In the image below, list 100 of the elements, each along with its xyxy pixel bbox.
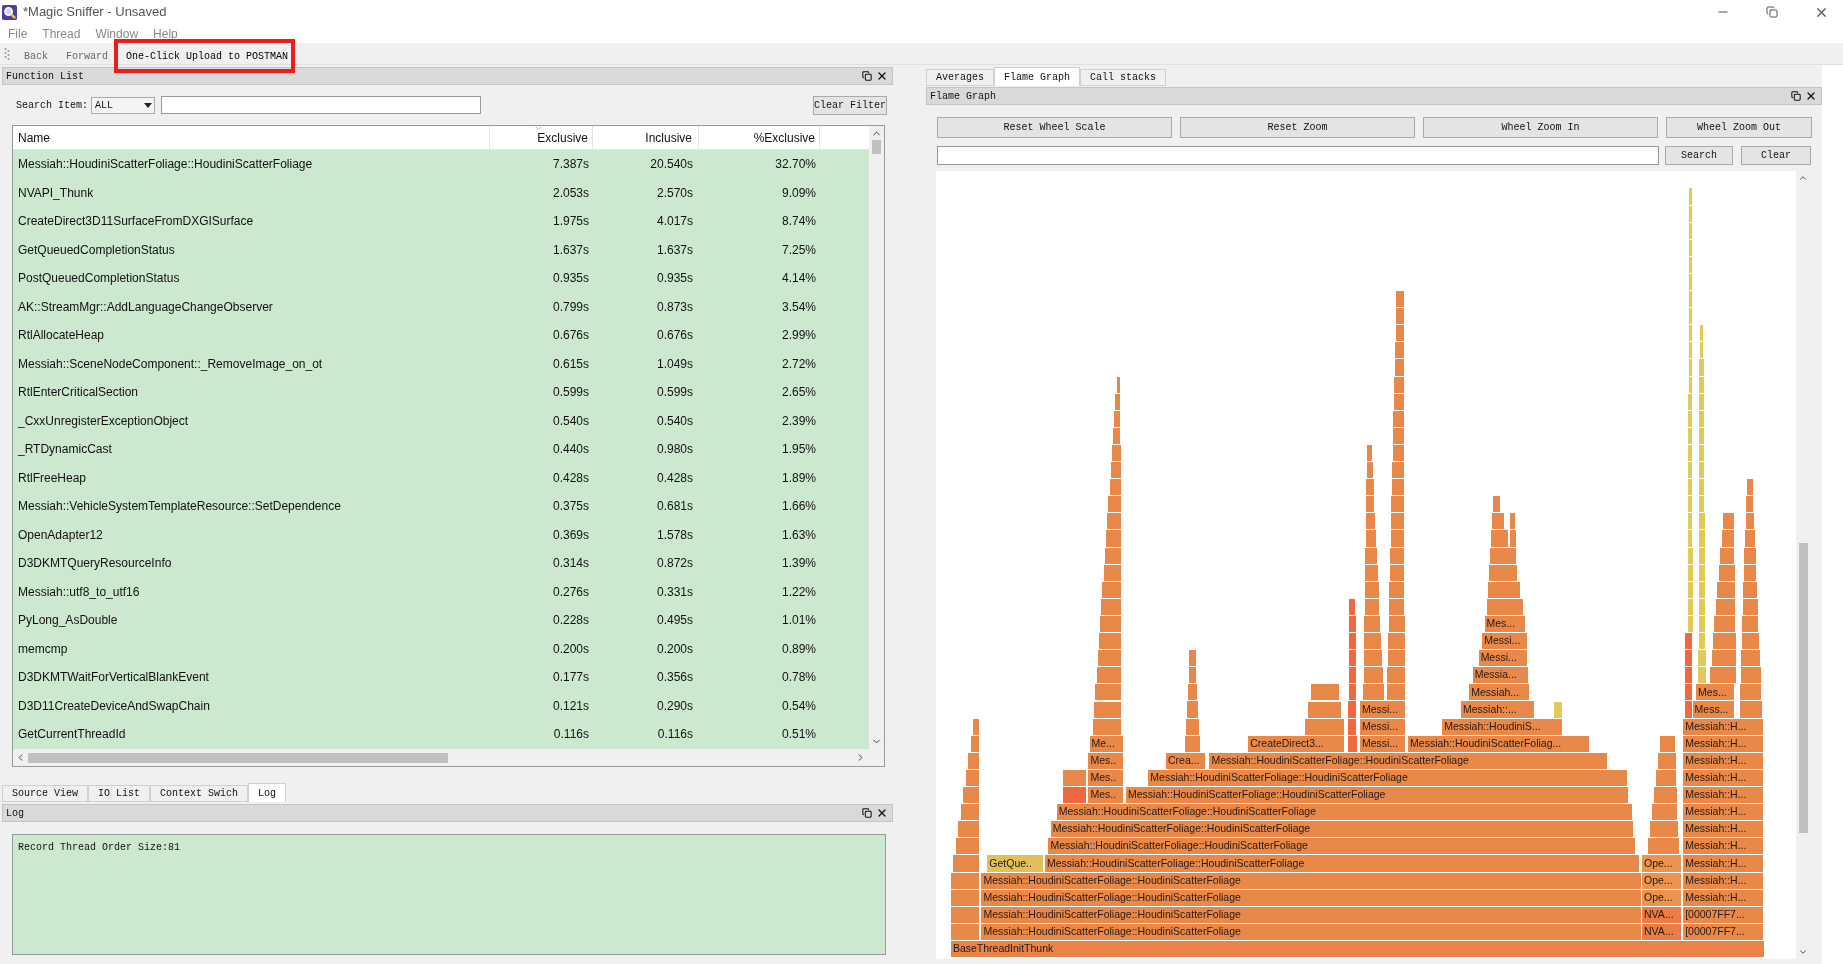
close-icon[interactable]	[1805, 90, 1817, 102]
menu-item[interactable]: Help	[153, 24, 178, 43]
flame-frame[interactable]: Messiah::H...	[1683, 855, 1764, 872]
scroll-up-icon[interactable]	[1798, 173, 1808, 183]
tab[interactable]: Log	[248, 783, 287, 802]
flame-frame[interactable]: Messiah...	[1469, 684, 1530, 701]
toolbar-button[interactable]: Forward	[60, 47, 115, 65]
flame-frame[interactable]: NVA...	[1642, 906, 1681, 923]
flame-frame[interactable]: Messiah::H...	[1683, 718, 1764, 735]
flame-frame[interactable]: Messi...	[1359, 701, 1405, 718]
flame-frame[interactable]: Messiah::H...	[1683, 769, 1764, 786]
flame-frame[interactable]: Messiah::HoudiniScatterFoliage::HoudiniScatterFoliage	[981, 923, 1641, 940]
table-row[interactable]: PostQueuedCompletionStatus 0.935s 0.935s 4.14%	[13, 264, 869, 293]
flame-toolbar-button[interactable]: Wheel Zoom In	[1423, 117, 1658, 138]
flame-frame[interactable]: Messiah::HoudiniScatterFoliage::HoudiniScatterFoliage	[1044, 855, 1639, 872]
menu-item[interactable]: Thread	[42, 24, 81, 43]
flame-frame[interactable]: CreateDirect3...	[1248, 735, 1344, 752]
table-row[interactable]: D3DKMTQueryResourceInfo 0.314s 0.872s 1.39%	[13, 549, 869, 578]
table-row[interactable]: _CxxUnregisterExceptionObject 0.540s 0.540s 2.39%	[13, 406, 869, 435]
clear-button[interactable]: Clear	[1741, 146, 1811, 165]
flame-frame[interactable]: Messiah::HoudiniScatterFoliage::HoudiniScatterFoliage	[1126, 787, 1629, 804]
tab[interactable]: Averages	[926, 69, 994, 86]
horizontal-scrollbar[interactable]	[13, 749, 884, 766]
table-row[interactable]: Messiah::VehicleSystemTemplateResource::SetDependence 0.375s 0.681s 1.66%	[13, 492, 869, 521]
table-row[interactable]: Messiah::HoudiniScatterFoliage::HoudiniScatterFoliage 7.387s 20.540s 32.70%	[13, 150, 869, 179]
flame-frame[interactable]: Messi...	[1359, 735, 1405, 752]
table-row[interactable]: PyLong_AsDouble 0.228s 0.495s 1.01%	[13, 606, 869, 635]
flame-frame[interactable]: Messiah::HoudiniScatterFoliage::HoudiniScatterFoliage	[981, 889, 1641, 906]
flame-toolbar-button[interactable]: Reset Zoom	[1180, 117, 1415, 138]
flame-frame[interactable]: Messi...	[1478, 650, 1527, 667]
flame-frame[interactable]: Messiah::H...	[1683, 889, 1764, 906]
flame-frame[interactable]: Messiah::HoudiniS...	[1442, 718, 1563, 735]
table-row[interactable]: RtlFreeHeap 0.428s 0.428s 1.89%	[13, 463, 869, 492]
scope-dropdown[interactable]: ALL	[91, 96, 155, 114]
flame-search-field[interactable]	[937, 146, 1659, 165]
flame-frame[interactable]: Mes..	[1088, 769, 1123, 786]
flame-frame[interactable]: Messiah::HoudiniScatterFoliage::HoudiniScatterFoliage	[1048, 838, 1636, 855]
flame-frame[interactable]: [00007FF7...	[1683, 923, 1764, 940]
scroll-thumb[interactable]	[1798, 543, 1808, 833]
flame-frame[interactable]: Messiah::HoudiniScatterFoliag...	[1408, 735, 1590, 752]
table-row[interactable]: _RTDynamicCast 0.440s 0.980s 1.95%	[13, 435, 869, 464]
flame-frame[interactable]: Messiah::HoudiniScatterFoliage::HoudiniScatterFoliage	[1209, 752, 1607, 769]
menu-item[interactable]: Window	[95, 24, 139, 43]
table-row[interactable]: Messiah::utf8_to_utf16 0.276s 0.331s 1.22%	[13, 577, 869, 606]
flame-frame[interactable]: Crea...	[1165, 752, 1205, 769]
clear-filter-button[interactable]: Clear Filter	[813, 95, 887, 115]
vertical-scrollbar[interactable]	[869, 126, 884, 749]
flame-frame[interactable]: [00007FF7...	[1683, 906, 1764, 923]
table-row[interactable]: NVAPI_Thunk 2.053s 2.570s 9.09%	[13, 178, 869, 207]
flame-frame[interactable]: Messiah::H...	[1683, 787, 1764, 804]
toolbar-button[interactable]: Back	[18, 47, 54, 65]
flame-frame[interactable]: Messiah::HoudiniScatterFoliage::HoudiniScatterFoliage	[981, 906, 1641, 923]
search-field[interactable]	[161, 96, 481, 114]
tab[interactable]: Flame Graph	[994, 67, 1081, 86]
flame-frame[interactable]: Messiah::H...	[1683, 752, 1764, 769]
table-row[interactable]: memcmp 0.200s 0.200s 0.89%	[13, 634, 869, 663]
menu-item[interactable]: File	[8, 24, 28, 43]
close-icon[interactable]	[876, 70, 888, 82]
flame-toolbar-button[interactable]: Reset Wheel Scale	[937, 117, 1172, 138]
flame-frame[interactable]: Mes...	[1484, 616, 1525, 633]
flame-frame[interactable]: Messiah::HoudiniScatterFoliage::HoudiniScatterFoliage	[981, 872, 1641, 889]
flame-frame[interactable]: Messiah::H...	[1683, 821, 1764, 838]
flame-frame[interactable]: Ope...	[1642, 872, 1681, 889]
flame-frame[interactable]: Mes..	[1088, 787, 1123, 804]
table-row[interactable]: GetCurrentThreadId 0.116s 0.116s 0.51%	[13, 720, 869, 749]
flame-frame[interactable]: Messiah::H...	[1683, 804, 1764, 821]
flame-frame[interactable]: Messi...	[1359, 718, 1405, 735]
flame-frame[interactable]: Messiah::H...	[1683, 872, 1764, 889]
flame-frame[interactable]: Messiah::HoudiniScatterFoliage::HoudiniScatterFoliage	[1148, 769, 1627, 786]
flame-frame[interactable]: GetQue..	[987, 855, 1043, 872]
flame-frame[interactable]: NVA...	[1642, 923, 1681, 940]
flame-frame[interactable]: Ope...	[1642, 889, 1681, 906]
table-row[interactable]: RtlAllocateHeap 0.676s 0.676s 2.99%	[13, 321, 869, 350]
float-icon[interactable]	[862, 71, 872, 81]
column-header[interactable]: Inclusive	[593, 125, 699, 150]
column-header[interactable]: Exclusive	[490, 125, 593, 150]
tab[interactable]: Call stacks	[1080, 69, 1167, 86]
table-row[interactable]: Messiah::SceneNodeComponent::_RemoveImage_on_ot 0.615s 1.049s 2.72%	[13, 349, 869, 378]
flame-frame[interactable]: Messia...	[1472, 667, 1529, 684]
table-row[interactable]: OpenAdapter12 0.369s 1.578s 1.63%	[13, 520, 869, 549]
scroll-thumb[interactable]	[28, 752, 448, 763]
table-row[interactable]: CreateDirect3D11SurfaceFromDXGISurface 1.975s 4.017s 8.74%	[13, 207, 869, 236]
flame-frame[interactable]: Messi...	[1482, 633, 1527, 650]
flame-frame[interactable]: Messiah::HoudiniScatterFoliage::HoudiniScatterFoliage	[1050, 821, 1633, 838]
flame-frame[interactable]: Messiah::...	[1461, 701, 1535, 718]
close-icon[interactable]	[876, 807, 888, 819]
table-row[interactable]: RtlEnterCriticalSection 0.599s 0.599s 2.65%	[13, 378, 869, 407]
flame-frame[interactable]: Ope...	[1642, 855, 1681, 872]
scroll-thumb[interactable]	[872, 140, 881, 154]
restore-icon[interactable]	[1766, 6, 1778, 18]
column-header[interactable]: Name	[13, 125, 490, 150]
float-icon[interactable]	[1791, 91, 1801, 101]
float-icon[interactable]	[862, 808, 872, 818]
flame-frame[interactable]: Mess...	[1692, 701, 1734, 718]
table-row[interactable]: AK::StreamMgr::AddLanguageChangeObserver 0.799s 0.873s 3.54%	[13, 292, 869, 321]
tab[interactable]: Context Swich	[150, 785, 249, 802]
flame-frame[interactable]: BaseThreadInitThunk	[950, 940, 1765, 957]
flame-toolbar-button[interactable]: Wheel Zoom Out	[1666, 117, 1812, 138]
toolbar-button[interactable]: One-Click Upload to POSTMAN	[120, 47, 295, 65]
table-row[interactable]: D3D11CreateDeviceAndSwapChain 0.121s 0.290s 0.54%	[13, 691, 869, 720]
